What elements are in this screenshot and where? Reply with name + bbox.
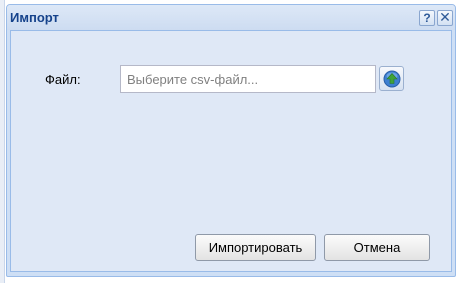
- upload-icon: [383, 70, 401, 88]
- file-label: Файл:: [45, 72, 81, 87]
- dialog-titlebar[interactable]: Импорт ? ✕: [7, 5, 455, 30]
- cancel-button[interactable]: Отмена: [324, 234, 430, 261]
- dialog-body: Файл: Импортировать Отмена: [10, 30, 452, 272]
- background-window-edge: [0, 0, 5, 283]
- cancel-button-label: Отмена: [353, 240, 401, 255]
- import-button[interactable]: Импортировать: [195, 234, 316, 261]
- help-icon[interactable]: ?: [419, 10, 435, 26]
- browse-file-button[interactable]: [379, 66, 404, 91]
- import-button-label: Импортировать: [208, 240, 303, 255]
- import-dialog: Импорт ? ✕ Файл: Импортировать Отмена: [6, 4, 456, 277]
- help-glyph: ?: [423, 11, 431, 25]
- dialog-title: Импорт: [10, 10, 59, 25]
- close-glyph: ✕: [439, 9, 451, 25]
- file-path-input[interactable]: [120, 65, 376, 93]
- close-icon[interactable]: ✕: [437, 10, 453, 26]
